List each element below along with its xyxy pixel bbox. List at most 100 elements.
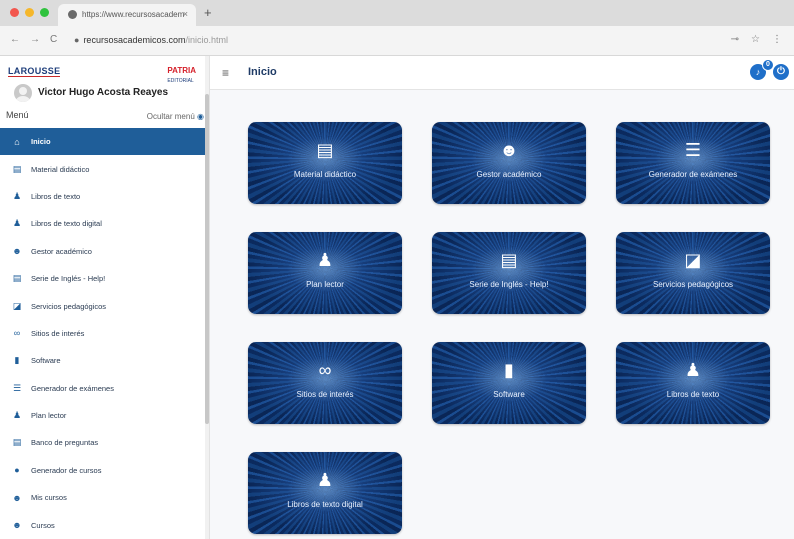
new-tab-button[interactable]: +	[204, 5, 212, 20]
minimize-window-icon[interactable]	[25, 8, 34, 17]
users-icon: ☻	[12, 520, 22, 531]
sidebar-item[interactable]: ☰ Generador de exámenes	[0, 375, 205, 402]
sidebar-item[interactable]: ♟ Libros de texto	[0, 183, 205, 210]
sidebar-item[interactable]: ▤ Banco de preguntas	[0, 429, 205, 456]
module-card[interactable]: ▮ Software	[432, 342, 586, 424]
sidebar-item[interactable]: ● Generador de cursos	[0, 457, 205, 484]
logos: LAROUSSE PATRIA EDITORIAL	[8, 66, 202, 84]
sidebar-item-label: Gestor académico	[31, 246, 92, 256]
reader-icon: ♟	[12, 410, 22, 421]
card-label: Material didáctico	[293, 170, 357, 179]
sidebar-item[interactable]: ☻ Gestor académico	[0, 238, 205, 265]
card-label: Plan lector	[306, 280, 344, 289]
sidebar-item-label: Servicios pedagógicos	[31, 301, 107, 311]
notification-badge: 0	[762, 59, 774, 71]
reader-icon: ♟	[12, 218, 22, 229]
module-card[interactable]: ▤ Material didáctico	[248, 122, 402, 204]
device-icon: ▮	[14, 355, 20, 366]
forward-icon[interactable]: →	[30, 34, 40, 45]
url-field[interactable]: ● recursosacademicos.com/inicio.html	[74, 35, 228, 45]
sidebar-item-label: Generador de cursos	[31, 465, 102, 475]
sidebar-item[interactable]: ☻ Mis cursos	[0, 484, 205, 511]
address-bar: ← → C ● recursosacademicos.com/inicio.htm…	[0, 26, 794, 56]
user-name: Victor Hugo Acosta Reayes	[38, 87, 169, 98]
close-window-icon[interactable]	[10, 8, 19, 17]
patria-logo-sub: EDITORIAL	[167, 78, 194, 84]
sidebar-item-label: Software	[31, 356, 61, 366]
users-icon: ☻	[499, 140, 519, 160]
sidebar-item[interactable]: ◪ Servicios pedagógicos	[0, 292, 205, 319]
sidebar-item[interactable]: ▮ Software	[0, 347, 205, 374]
device-icon: ▮	[504, 360, 514, 380]
bookmark-star-icon[interactable]: ☆	[751, 34, 760, 45]
module-card[interactable]: ∞ Sitios de interés	[248, 342, 402, 424]
tab-close-icon[interactable]: ×	[183, 9, 188, 19]
hamburger-menu-icon[interactable]: ≡	[222, 67, 229, 79]
patria-logo-red: PATRIA	[167, 66, 196, 75]
reload-icon[interactable]: C	[50, 34, 57, 45]
card-label: Serie de Inglés - Help!	[469, 280, 549, 289]
module-card[interactable]: ♟ Plan lector	[248, 232, 402, 314]
card-label: Libros de texto	[666, 390, 720, 399]
avatar	[14, 84, 32, 102]
sidebar-item-label: Mis cursos	[31, 493, 67, 503]
sidebar-item[interactable]: ☻ Cursos	[0, 511, 205, 538]
tab-title: https://www.recursosacadem	[82, 10, 185, 19]
sidebar-item[interactable]: ▤ Serie de Inglés - Help!	[0, 265, 205, 292]
book-icon: ▤	[12, 273, 22, 284]
sidebar-item[interactable]: ∞ Sitios de interés	[0, 320, 205, 347]
card-label: Libros de texto digital	[287, 500, 363, 509]
sidebar-scroll-thumb[interactable]	[205, 94, 209, 424]
sidebar-item[interactable]: ♟ Plan lector	[0, 402, 205, 429]
sidebar-scrollbar[interactable]	[205, 56, 209, 539]
browser-menu-icon[interactable]: ⋮	[772, 34, 782, 45]
sidebar-item-label: Inicio	[31, 137, 51, 147]
users-icon: ☻	[12, 492, 22, 503]
main-content: ▤ Material didáctico ☻ Gestor académico ☰ Gen…	[210, 90, 794, 539]
sidebar-item-label: Serie de Inglés - Help!	[31, 274, 106, 284]
sidebar: LAROUSSE PATRIA EDITORIAL Victor Hugo Aco…	[0, 56, 210, 539]
sidebar-item-label: Banco de preguntas	[31, 438, 99, 448]
book-icon: ▤	[12, 437, 22, 448]
sidebar-item[interactable]: ▤ Material didáctico	[0, 155, 205, 182]
sidebar-item[interactable]: ⌂ Inicio	[0, 128, 205, 156]
browser-tab[interactable]: https://www.recursosacadem ×	[58, 4, 196, 26]
sidebar-item-label: Generador de exámenes	[31, 383, 114, 393]
book-icon: ▤	[500, 250, 518, 270]
sidebar-item-label: Libros de texto digital	[31, 219, 102, 229]
presentation-icon: ◪	[12, 300, 22, 311]
hide-menu-icon: ◉	[197, 112, 204, 121]
power-icon[interactable]: ⏻	[773, 64, 789, 80]
card-label: Gestor académico	[476, 170, 542, 179]
book-icon: ▤	[316, 140, 334, 160]
key-icon[interactable]: ⊸	[731, 34, 739, 45]
module-card[interactable]: ◪ Servicios pedagógicos	[616, 232, 770, 314]
card-label: Sitios de interés	[296, 390, 354, 399]
maximize-window-icon[interactable]	[40, 8, 49, 17]
list-icon: ☰	[684, 140, 702, 160]
browser-tab-bar: https://www.recursosacadem × +	[0, 0, 794, 26]
url-host: recursosacademicos.com	[83, 35, 186, 45]
sidebar-item-label: Cursos	[31, 520, 55, 530]
hide-menu-button[interactable]: Ocultar menú ◉	[147, 112, 204, 121]
tab-favicon-icon	[68, 10, 77, 19]
module-card[interactable]: ♟ Libros de texto digital	[248, 452, 402, 534]
link-icon: ∞	[318, 360, 332, 380]
module-card[interactable]: ☰ Generador de exámenes	[616, 122, 770, 204]
page-title: Inicio	[248, 66, 277, 78]
menu-header: Menú Ocultar menú ◉	[6, 110, 204, 121]
reader-icon: ♟	[316, 470, 334, 490]
users-icon: ☻	[12, 246, 22, 257]
sidebar-item[interactable]: ♟ Libros de texto digital	[0, 210, 205, 237]
card-label: Servicios pedagógicos	[652, 280, 734, 289]
module-card[interactable]: ☻ Gestor académico	[432, 122, 586, 204]
card-label: Generador de exámenes	[648, 170, 738, 179]
reader-icon: ♟	[12, 190, 22, 201]
sidebar-item-label: Plan lector	[31, 411, 67, 421]
larousse-logo: LAROUSSE	[8, 66, 61, 77]
window-controls	[10, 8, 49, 17]
module-card[interactable]: ♟ Libros de texto	[616, 342, 770, 424]
module-card[interactable]: ▤ Serie de Inglés - Help!	[432, 232, 586, 314]
back-icon[interactable]: ←	[10, 34, 20, 45]
top-bar: ≡ Inicio ♪ 0 ⏻	[210, 56, 794, 90]
